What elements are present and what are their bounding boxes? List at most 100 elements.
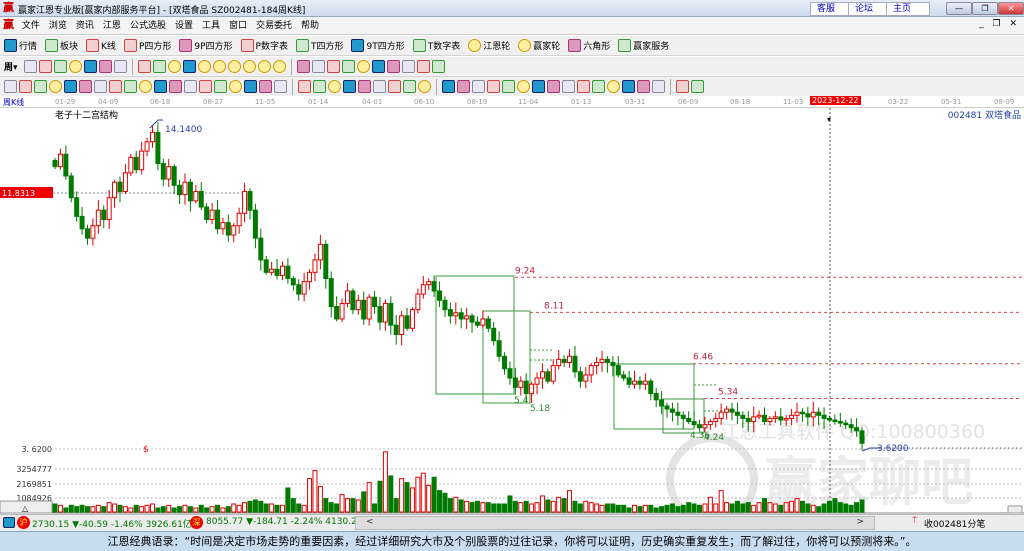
infinity-icon[interactable] [691, 80, 704, 93]
box-icon[interactable] [199, 80, 212, 93]
save-icon[interactable] [416, 60, 430, 73]
gold-icon[interactable] [502, 80, 515, 93]
menu-item-5[interactable]: 设置 [175, 17, 193, 35]
menu-item-1[interactable]: 浏览 [49, 17, 67, 35]
ang6-icon[interactable] [652, 80, 665, 93]
close-button[interactable]: ✕ [998, 2, 1024, 15]
speed1-icon[interactable] [229, 80, 242, 93]
toolbar-button-gann-wheel[interactable]: 江恩轮 [468, 39, 510, 52]
toolbar-button-winner-wheel[interactable]: 赢家轮 [518, 39, 560, 52]
homepage-link[interactable]: 主页 [886, 2, 930, 16]
menu-item-3[interactable]: 江恩 [103, 17, 121, 35]
ang3-icon[interactable] [607, 80, 620, 93]
tag-icon[interactable] [341, 60, 355, 73]
menu-item-9[interactable]: 帮助 [301, 17, 319, 35]
star-icon[interactable] [184, 80, 197, 93]
bars-icon[interactable] [53, 60, 67, 73]
channel-icon[interactable] [259, 80, 272, 93]
fan1-icon[interactable] [34, 80, 47, 93]
chart-icon[interactable] [23, 60, 37, 73]
toolbar-button-blocks[interactable]: 板块 [45, 39, 78, 52]
pct-line-icon[interactable] [487, 80, 500, 93]
diamond2-icon[interactable] [212, 60, 226, 73]
calculator-icon[interactable] [386, 60, 400, 73]
ang4-icon[interactable] [622, 80, 635, 93]
tick-data-label[interactable]: 收002481分笔 [924, 517, 985, 530]
sheet-icon[interactable] [401, 60, 415, 73]
right-icon[interactable] [182, 60, 196, 73]
toolbar-button-t-square[interactable]: T四方形 [295, 39, 343, 52]
rect-icon[interactable] [298, 80, 311, 93]
hand-icon[interactable] [296, 60, 310, 73]
menu-item-0[interactable]: 文件 [22, 17, 40, 35]
speed2-icon[interactable] [244, 80, 257, 93]
toolbar-button-dollar[interactable]: 赢家服务 [618, 39, 669, 52]
period-select[interactable]: 周▾ [4, 60, 18, 73]
angle-icon[interactable] [154, 80, 167, 93]
bars2-icon[interactable] [68, 60, 82, 73]
target-icon[interactable] [169, 80, 182, 93]
last-icon[interactable] [152, 60, 166, 73]
tri-icon[interactable] [547, 80, 560, 93]
gold3-icon[interactable] [562, 80, 575, 93]
ang1-icon[interactable] [577, 80, 590, 93]
truck-icon[interactable] [431, 60, 445, 73]
fan2-icon[interactable] [49, 80, 62, 93]
grid-lines-icon[interactable] [124, 80, 137, 93]
arc-icon[interactable] [79, 80, 92, 93]
color-icon[interactable] [113, 60, 127, 73]
zoom-out-button[interactable] [1007, 505, 1023, 514]
pen-icon[interactable] [4, 80, 17, 93]
scroll-left-button[interactable]: < [366, 517, 374, 527]
lines-icon[interactable] [19, 80, 32, 93]
mdi-window-controls[interactable]: _ ❐ ✕ [979, 19, 1020, 29]
diamond5-icon[interactable] [257, 60, 271, 73]
diamond1-icon[interactable] [197, 60, 211, 73]
taichi-icon[interactable] [676, 80, 689, 93]
diamond6-icon[interactable] [272, 60, 286, 73]
toolbar-button-hexagon[interactable]: 六角形 [568, 39, 610, 52]
arrow-icon[interactable] [532, 80, 545, 93]
toolbar-button-9t-square[interactable]: 9T四方形 [351, 39, 405, 52]
cube2-icon[interactable] [343, 80, 356, 93]
minimize-button[interactable]: — [946, 2, 972, 15]
period-icon[interactable] [274, 80, 287, 93]
first-icon[interactable] [137, 60, 151, 73]
circle-icon[interactable] [109, 80, 122, 93]
menu-item-6[interactable]: 工具 [202, 17, 220, 35]
toolbar-button-p-table[interactable]: P数字表 [240, 39, 288, 52]
brush-icon[interactable] [94, 80, 107, 93]
toolbar-button-candle[interactable]: K线 [86, 39, 116, 52]
table2-icon[interactable] [403, 80, 416, 93]
indicator-icon[interactable] [98, 60, 112, 73]
multi-icon[interactable] [418, 80, 431, 93]
calendar-icon[interactable] [3, 517, 15, 528]
calc-icon[interactable] [356, 60, 370, 73]
crosshair-icon[interactable] [311, 60, 325, 73]
list-icon[interactable] [38, 60, 52, 73]
percent-chart-icon[interactable] [457, 80, 470, 93]
menu-item-8[interactable]: 交易委托 [256, 17, 292, 35]
ang5-icon[interactable] [637, 80, 650, 93]
ang2-icon[interactable] [592, 80, 605, 93]
menu-item-2[interactable]: 资讯 [76, 17, 94, 35]
cursor-icon[interactable] [83, 60, 97, 73]
ray-icon[interactable] [313, 80, 326, 93]
calendar-icon[interactable] [371, 60, 385, 73]
toolbar-button-grid[interactable]: 行情 [4, 39, 37, 52]
left-icon[interactable] [167, 60, 181, 73]
toolbar-button-9p-square[interactable]: 9P四方形 [179, 39, 233, 52]
fib-icon[interactable] [64, 80, 77, 93]
kline-chart[interactable]: 江恩工具软件 QQ:100800360赢家聊吧liaoba.vip.com老子十… [0, 108, 1024, 514]
table1-icon[interactable] [388, 80, 401, 93]
menu-item-7[interactable]: 窗口 [229, 17, 247, 35]
line-icon[interactable] [326, 60, 340, 73]
diamond3-icon[interactable] [227, 60, 241, 73]
percent-icon[interactable] [472, 80, 485, 93]
horizontal-scrollbar[interactable]: < > [355, 516, 875, 530]
toolbar-button-t-table[interactable]: T数字表 [412, 39, 460, 52]
cube-icon[interactable] [328, 80, 341, 93]
maximize-button[interactable]: ❐ [972, 2, 998, 15]
e-icon[interactable] [442, 80, 455, 93]
scroll-right-button[interactable]: > [856, 517, 864, 527]
